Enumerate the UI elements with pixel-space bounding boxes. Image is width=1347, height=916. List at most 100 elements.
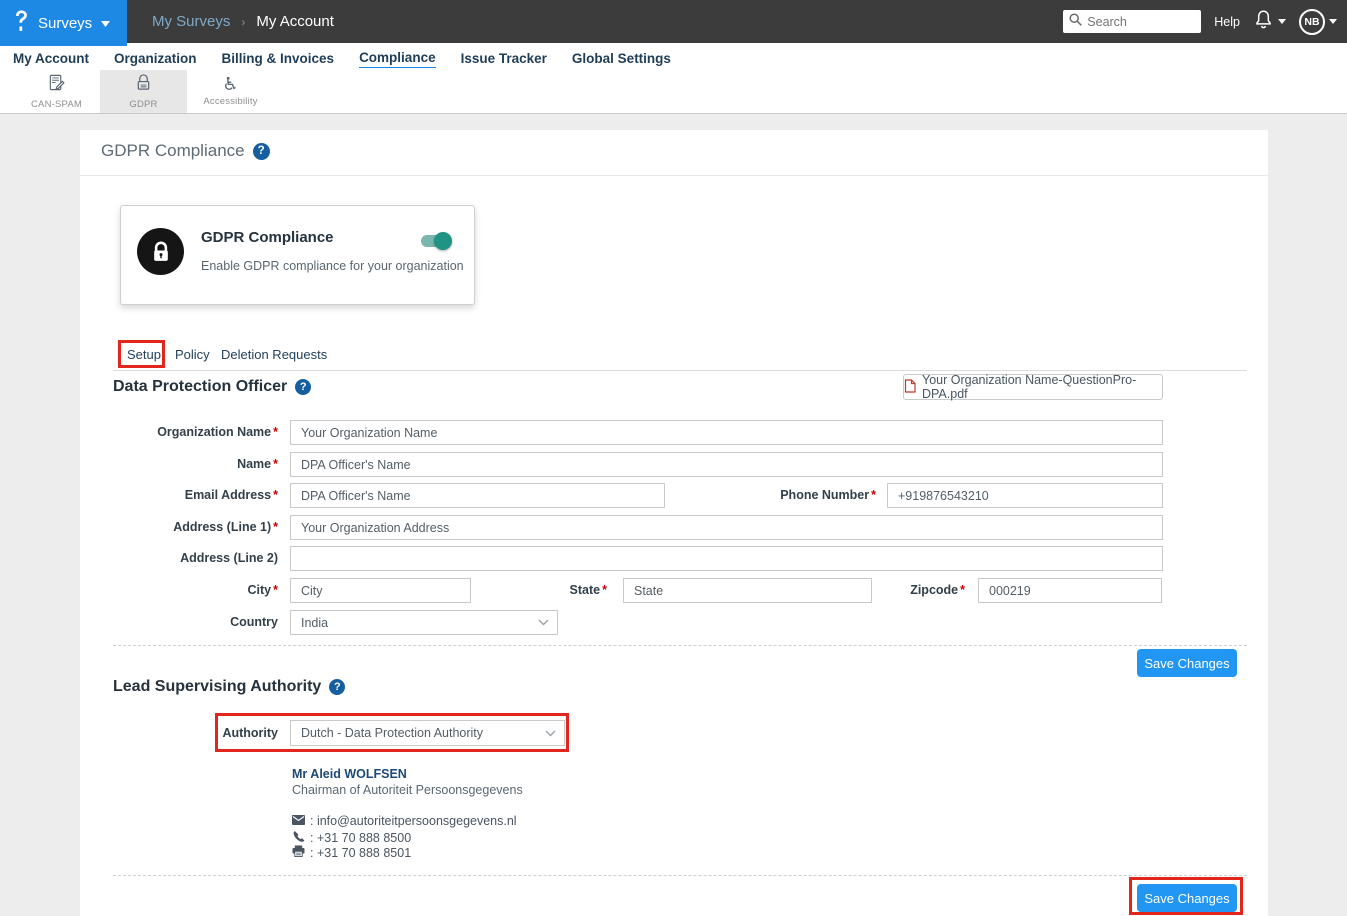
address-line1-field[interactable] (290, 515, 1163, 540)
gdpr-toggle-card: GDPR Compliance Enable GDPR compliance f… (120, 205, 475, 305)
divider (113, 875, 1247, 876)
subtab-policy[interactable]: Policy (175, 347, 210, 362)
card-description: Enable GDPR compliance for your organiza… (201, 259, 464, 273)
phone-icon (292, 830, 305, 846)
memo-icon (47, 73, 66, 97)
wheelchair-icon: ♿ (222, 76, 238, 94)
top-bar: Surveys My Surveys › My Account Help NB (0, 0, 1347, 43)
nav-tab-global-settings[interactable]: Global Settings (572, 51, 671, 68)
chevron-down-icon (1278, 19, 1286, 24)
dpa-pdf-button[interactable]: Your Organization Name-QuestionPro-DPA.p… (903, 374, 1163, 400)
contact-phone-value: +31 70 888 8500 (310, 831, 411, 845)
label-zipcode: Zipcode* (845, 578, 965, 603)
help-link[interactable]: Help (1214, 15, 1240, 29)
lock-badge-icon (137, 228, 184, 275)
help-icon[interactable]: ? (329, 679, 345, 695)
pdf-file-icon (904, 379, 916, 396)
lsa-save-button[interactable]: Save Changes (1137, 884, 1237, 912)
notifications-button[interactable] (1253, 9, 1286, 35)
topbar-actions: Help NB (1063, 0, 1337, 43)
subtab-setup[interactable]: Setup (127, 347, 161, 362)
bell-icon (1253, 9, 1274, 35)
zipcode-field[interactable] (978, 578, 1162, 603)
nav-tab-billing-invoices[interactable]: Billing & Invoices (222, 51, 335, 68)
label-email-address: Email Address* (113, 483, 278, 508)
address-line2-field[interactable] (290, 546, 1163, 571)
chevron-down-icon (1329, 19, 1337, 24)
chevron-down-icon (101, 14, 110, 32)
label-name: Name* (113, 452, 278, 477)
authority-contact-email: info@autoriteitpersoonsgegevens.nl (292, 814, 517, 828)
help-icon[interactable]: ? (295, 379, 311, 395)
authority-contact-role: Chairman of Autoriteit Persoonsgegevens (292, 783, 523, 797)
nav-tab-issue-tracker[interactable]: Issue Tracker (461, 51, 547, 68)
name-field[interactable] (290, 452, 1163, 477)
search-input[interactable] (1087, 15, 1195, 29)
breadcrumb-separator: › (241, 15, 245, 29)
lsa-heading-text: Lead Supervising Authority (113, 678, 321, 696)
card-title: GDPR Compliance (201, 229, 334, 246)
dpo-save-button[interactable]: Save Changes (1137, 649, 1237, 677)
pdf-button-label: Your Organization Name-QuestionPro-DPA.p… (922, 373, 1162, 401)
lock-icon (135, 73, 152, 97)
authority-contact-name: Mr Aleid WOLFSEN (292, 767, 407, 781)
city-field[interactable] (290, 578, 471, 603)
tab-accessibility[interactable]: ♿ Accessibility (187, 70, 274, 113)
chevron-down-icon (545, 730, 556, 737)
email-address-field[interactable] (290, 483, 665, 508)
lsa-heading: Lead Supervising Authority ? (113, 678, 345, 696)
gdpr-toggle[interactable] (421, 235, 450, 247)
state-field[interactable] (623, 578, 872, 603)
tab-gdpr[interactable]: GDPR (100, 70, 187, 113)
avatar[interactable]: NB (1299, 9, 1325, 35)
page-title: GDPR Compliance ? (101, 141, 270, 161)
chevron-down-icon (538, 619, 549, 626)
account-menu[interactable]: NB (1299, 9, 1337, 35)
label-country: Country (113, 610, 278, 635)
phone-number-field[interactable] (887, 483, 1163, 508)
label-authority: Authority (178, 720, 278, 746)
tab-label: GDPR (129, 99, 157, 110)
label-phone-number: Phone Number* (756, 483, 876, 508)
product-menu[interactable]: Surveys (0, 0, 127, 46)
questionpro-logo-icon (13, 10, 29, 37)
label-address-line1: Address (Line 1)* (113, 515, 278, 540)
divider (113, 645, 1247, 646)
help-icon[interactable]: ? (253, 143, 270, 160)
fax-icon (292, 845, 305, 860)
settings-nav: My Account Organization Billing & Invoic… (0, 43, 1347, 70)
organization-name-field[interactable] (290, 420, 1163, 445)
label-state: State* (487, 578, 607, 603)
authority-select[interactable]: Dutch - Data Protection Authority (290, 720, 565, 746)
breadcrumb-my-account: My Account (256, 13, 334, 30)
search-box[interactable] (1063, 10, 1201, 33)
product-menu-label: Surveys (38, 15, 92, 32)
breadcrumb-my-surveys[interactable]: My Surveys (152, 13, 230, 30)
compliance-subnav: CAN-SPAM GDPR ♿ Accessibility (0, 70, 1347, 114)
tab-can-spam[interactable]: CAN-SPAM (13, 70, 100, 113)
divider (113, 370, 1247, 371)
authority-contact-phone: +31 70 888 8500 (292, 830, 411, 846)
contact-fax-value: +31 70 888 8501 (310, 846, 411, 860)
dpo-heading-text: Data Protection Officer (113, 378, 287, 396)
dpo-heading: Data Protection Officer ? (113, 378, 311, 396)
country-select-value: India (301, 616, 328, 630)
authority-contact-fax: +31 70 888 8501 (292, 845, 411, 860)
subtab-deletion-requests[interactable]: Deletion Requests (221, 347, 327, 362)
label-organization-name: Organization Name* (113, 420, 278, 445)
divider (80, 175, 1268, 176)
breadcrumb: My Surveys › My Account (152, 0, 334, 43)
tab-label: Accessibility (203, 96, 257, 107)
authority-select-value: Dutch - Data Protection Authority (301, 726, 483, 740)
search-icon (1069, 13, 1082, 31)
page-title-text: GDPR Compliance (101, 141, 245, 161)
nav-tab-my-account[interactable]: My Account (13, 51, 89, 68)
label-address-line2: Address (Line 2) (113, 546, 278, 571)
country-select[interactable]: India (290, 610, 558, 635)
nav-tab-organization[interactable]: Organization (114, 51, 197, 68)
contact-email-value: info@autoriteitpersoonsgegevens.nl (310, 814, 517, 828)
nav-tab-compliance[interactable]: Compliance (359, 50, 436, 68)
envelope-icon (292, 814, 305, 828)
toggle-knob (434, 232, 452, 250)
tab-label: CAN-SPAM (31, 99, 82, 110)
